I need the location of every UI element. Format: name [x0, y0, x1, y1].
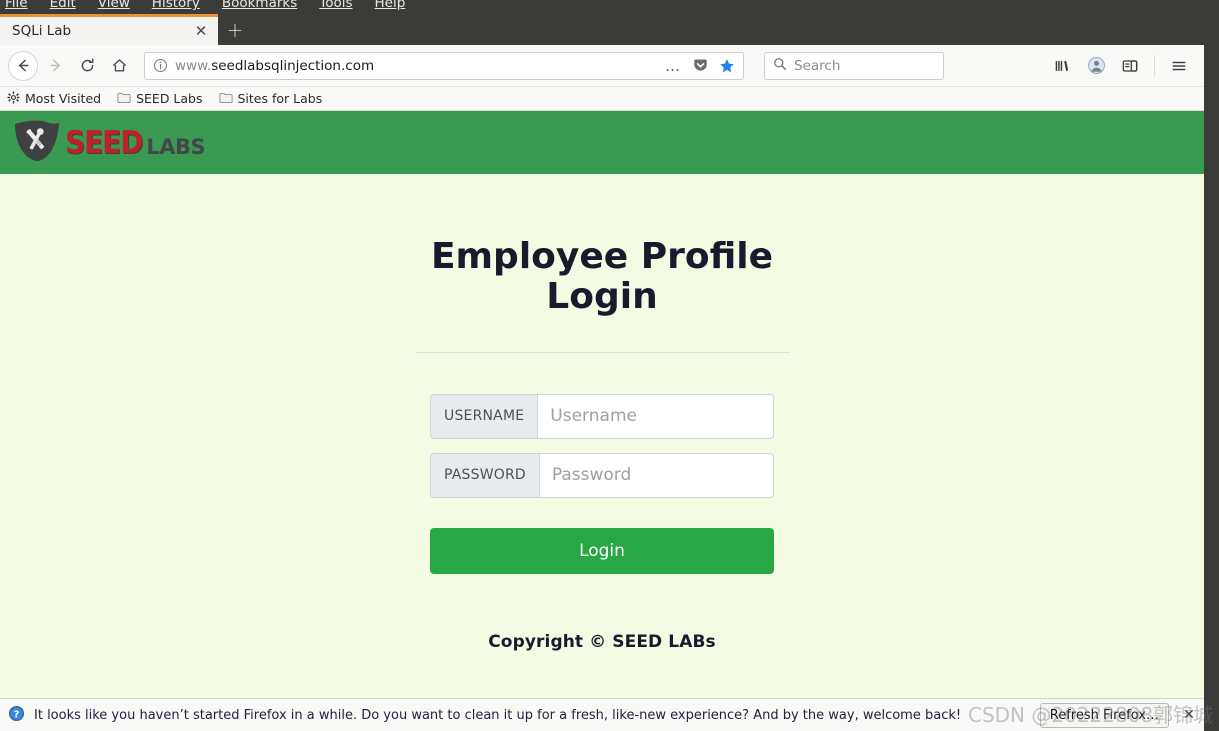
search-input[interactable]: [794, 57, 935, 74]
bookmark-seed-labs[interactable]: SEED Labs: [117, 91, 203, 107]
url-text: www.seedlabsqlinjection.com: [175, 57, 375, 74]
back-icon[interactable]: [8, 50, 38, 81]
menu-tools[interactable]: Tools: [319, 0, 352, 13]
page-content: Employee Profile Login USERNAME PASSWORD…: [227, 174, 977, 652]
site-info-icon[interactable]: [153, 58, 168, 73]
password-field-group: PASSWORD: [430, 452, 774, 498]
copyright-text: Copyright © SEED LABs: [488, 631, 716, 652]
library-icon[interactable]: [1047, 51, 1077, 81]
new-tab-button[interactable]: +: [218, 14, 252, 45]
bookmark-label: Sites for Labs: [237, 91, 323, 106]
logo-seed-text: SEED: [65, 124, 143, 161]
username-field-group: USERNAME: [430, 393, 774, 439]
password-input[interactable]: [538, 452, 774, 498]
navigation-toolbar: www.seedlabsqlinjection.com …: [0, 45, 1204, 87]
application-menu-bar: File Edit View History Bookmarks Tools H…: [0, 0, 1204, 14]
login-button[interactable]: Login: [430, 527, 774, 574]
tab-title: SQLi Lab: [12, 23, 72, 39]
account-icon[interactable]: [1081, 51, 1111, 81]
pocket-icon[interactable]: [690, 56, 710, 76]
username-input[interactable]: [537, 393, 774, 439]
gear-icon: [7, 90, 20, 107]
seed-labs-logo[interactable]: SEED LABS: [12, 119, 206, 167]
folder-icon: [117, 91, 131, 107]
password-label: PASSWORD: [430, 452, 539, 498]
toolbar-right-controls: [1047, 51, 1196, 81]
bookmark-label: SEED Labs: [136, 91, 203, 106]
folder-icon: [218, 91, 233, 107]
svg-text:?: ?: [14, 709, 20, 720]
home-icon[interactable]: [104, 51, 134, 81]
tab-sqli-lab[interactable]: SQLi Lab ✕: [0, 14, 218, 45]
menu-edit[interactable]: Edit: [50, 0, 76, 13]
close-icon[interactable]: ✕: [1178, 704, 1200, 726]
bookmark-most-visited[interactable]: Most Visited: [7, 90, 102, 107]
menu-help[interactable]: Help: [375, 0, 406, 13]
shield-tools-icon: [12, 119, 62, 167]
bookmark-label: Most Visited: [25, 91, 102, 106]
hamburger-menu-icon[interactable]: [1164, 51, 1194, 81]
toolbar-divider: [1154, 54, 1155, 77]
desktop-background-strip: [1204, 0, 1219, 731]
bookmark-sites-for-labs[interactable]: Sites for Labs: [218, 91, 323, 107]
tab-strip: SQLi Lab ✕ +: [0, 14, 1204, 45]
login-form: USERNAME PASSWORD Login: [430, 393, 774, 574]
page-viewport: SEED LABS Employee Profile Login USERNAM…: [0, 111, 1204, 731]
bookmark-star-icon[interactable]: [717, 56, 737, 76]
info-question-icon: ?: [8, 705, 25, 726]
search-bar[interactable]: [764, 51, 944, 80]
menu-history[interactable]: History: [152, 0, 200, 13]
browser-window: File Edit View History Bookmarks Tools H…: [0, 0, 1204, 731]
notification-message: It looks like you haven’t started Firefo…: [34, 707, 962, 723]
search-icon: [773, 56, 787, 75]
forward-icon: [40, 51, 70, 81]
notification-bar: ? It looks like you haven’t started Fire…: [0, 698, 1204, 731]
site-header: SEED LABS: [0, 111, 1204, 174]
menu-view[interactable]: View: [98, 0, 130, 13]
bookmarks-toolbar: Most Visited SEED Labs Sites for Labs: [0, 87, 1204, 111]
menu-bookmarks[interactable]: Bookmarks: [222, 0, 297, 13]
close-icon[interactable]: ✕: [192, 22, 210, 40]
reload-icon[interactable]: [72, 51, 102, 81]
page-title: Employee Profile Login: [430, 236, 774, 318]
url-bar[interactable]: www.seedlabsqlinjection.com …: [144, 51, 744, 80]
refresh-firefox-button[interactable]: Refresh Firefox…: [1039, 702, 1169, 728]
username-label: USERNAME: [430, 393, 538, 439]
page-actions-icon[interactable]: …: [663, 56, 683, 76]
sidebar-icon[interactable]: [1115, 51, 1145, 81]
title-divider: [414, 351, 790, 353]
logo-labs-text: LABS: [146, 134, 206, 159]
menu-file[interactable]: File: [5, 0, 28, 13]
